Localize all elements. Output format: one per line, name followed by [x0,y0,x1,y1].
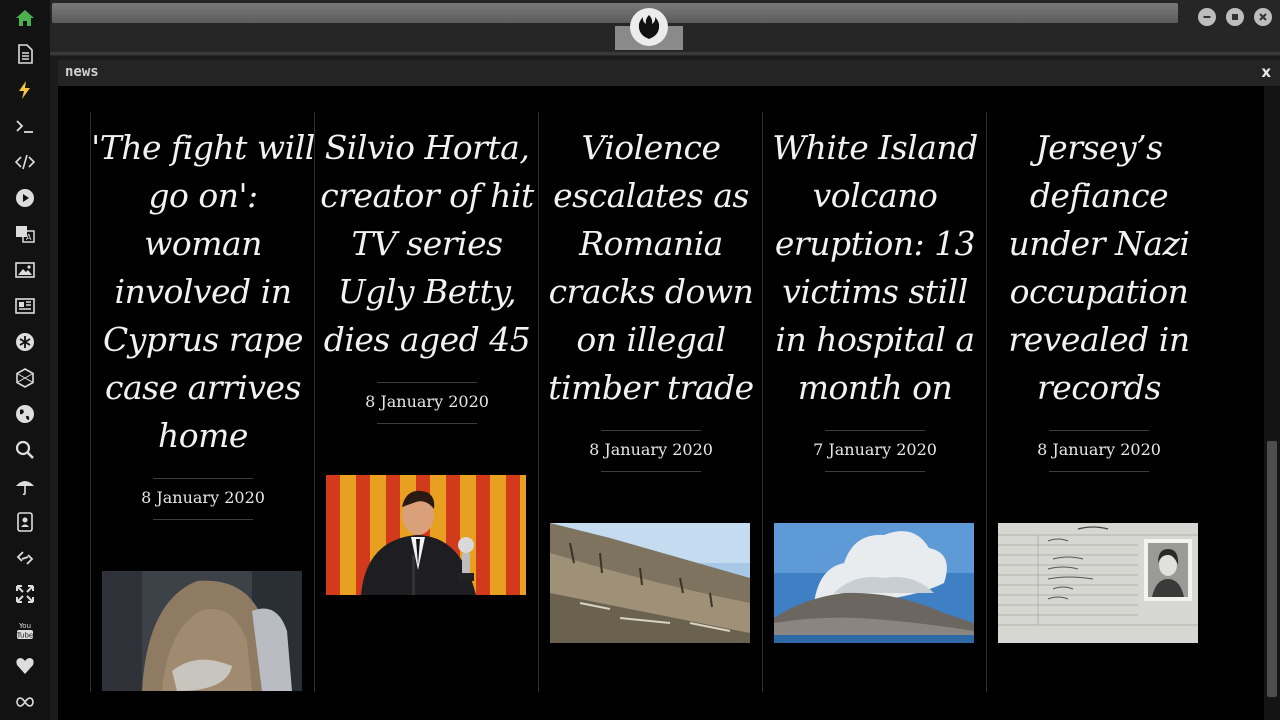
article-date-box: 8 January 2020 [141,478,265,520]
asterisk-icon[interactable] [13,330,37,354]
svg-text:You: You [18,622,31,630]
search-icon[interactable] [13,438,37,462]
maximize-icon[interactable] [1226,8,1244,26]
document-icon[interactable] [13,42,37,66]
article-date: 8 January 2020 [589,440,713,459]
globe-icon[interactable] [13,402,37,426]
code-icon[interactable] [13,150,37,174]
close-icon[interactable] [1254,8,1272,26]
volcano-plume-photo[interactable] [774,523,974,643]
article-date-box: 8 January 2020 [589,430,713,472]
man-with-award-photo[interactable] [326,475,526,595]
article-title[interactable]: Silvio Horta, creator of hit TV series U… [315,124,539,364]
vertical-scrollbar[interactable] [1264,86,1280,720]
article-card[interactable]: Silvio Horta, creator of hit TV series U… [314,112,539,692]
article-date: 8 January 2020 [1037,440,1161,459]
expand-icon[interactable] [13,582,37,606]
article-date-box: 8 January 2020 [1037,430,1161,472]
svg-text:A: A [26,233,32,242]
identity-card-photo[interactable] [998,523,1198,643]
article-date-box: 8 January 2020 [365,382,489,424]
home-icon[interactable] [13,6,37,30]
panel-title: news [65,64,99,80]
newspaper-icon[interactable] [13,294,37,318]
article-date: 8 January 2020 [365,392,489,411]
terminal-icon[interactable] [13,114,37,138]
article-date: 7 January 2020 [813,440,937,459]
umbrella-icon[interactable] [13,474,37,498]
scrollbar-thumb[interactable] [1267,441,1277,697]
article-title[interactable]: White Island volcano eruption: 13 victim… [763,124,987,412]
woman-hiding-face-photo[interactable] [102,571,302,691]
article-card[interactable]: Jersey’s defiance under Nazi occupation … [986,112,1211,692]
panel-close-button[interactable]: x [1261,63,1271,81]
infinity-icon[interactable] [13,690,37,714]
news-panel: 'The fight will go on': woman involved i… [58,86,1264,720]
link-icon[interactable] [13,546,37,570]
sidebar: A You Tube [0,0,50,720]
contact-card-icon[interactable] [13,510,37,534]
article-title[interactable]: Violence escalates as Romania cracks dow… [539,124,763,412]
article-card[interactable]: White Island volcano eruption: 13 victim… [762,112,987,692]
rebel-alliance-icon[interactable] [630,8,668,46]
article-date-box: 7 January 2020 [813,430,937,472]
top-bar [50,0,1280,56]
image-icon[interactable] [13,258,37,282]
panel-header: news x [58,60,1280,86]
hexagon-icon[interactable] [13,366,37,390]
logged-hillside-photo[interactable] [550,523,750,643]
translate-icon[interactable]: A [13,222,37,246]
address-bar[interactable] [52,3,1178,23]
article-card[interactable]: Violence escalates as Romania cracks dow… [538,112,763,692]
article-card[interactable]: 'The fight will go on': woman involved i… [90,112,315,692]
lightning-icon[interactable] [13,78,37,102]
divider [50,52,1280,55]
youtube-icon[interactable]: You Tube [13,618,37,642]
article-title[interactable]: 'The fight will go on': woman involved i… [91,124,315,460]
play-icon[interactable] [13,186,37,210]
article-title[interactable]: Jersey’s defiance under Nazi occupation … [987,124,1211,412]
svg-text:Tube: Tube [16,632,33,640]
article-date: 8 January 2020 [141,488,265,507]
heart-icon[interactable] [13,654,37,678]
minimize-icon[interactable] [1198,8,1216,26]
